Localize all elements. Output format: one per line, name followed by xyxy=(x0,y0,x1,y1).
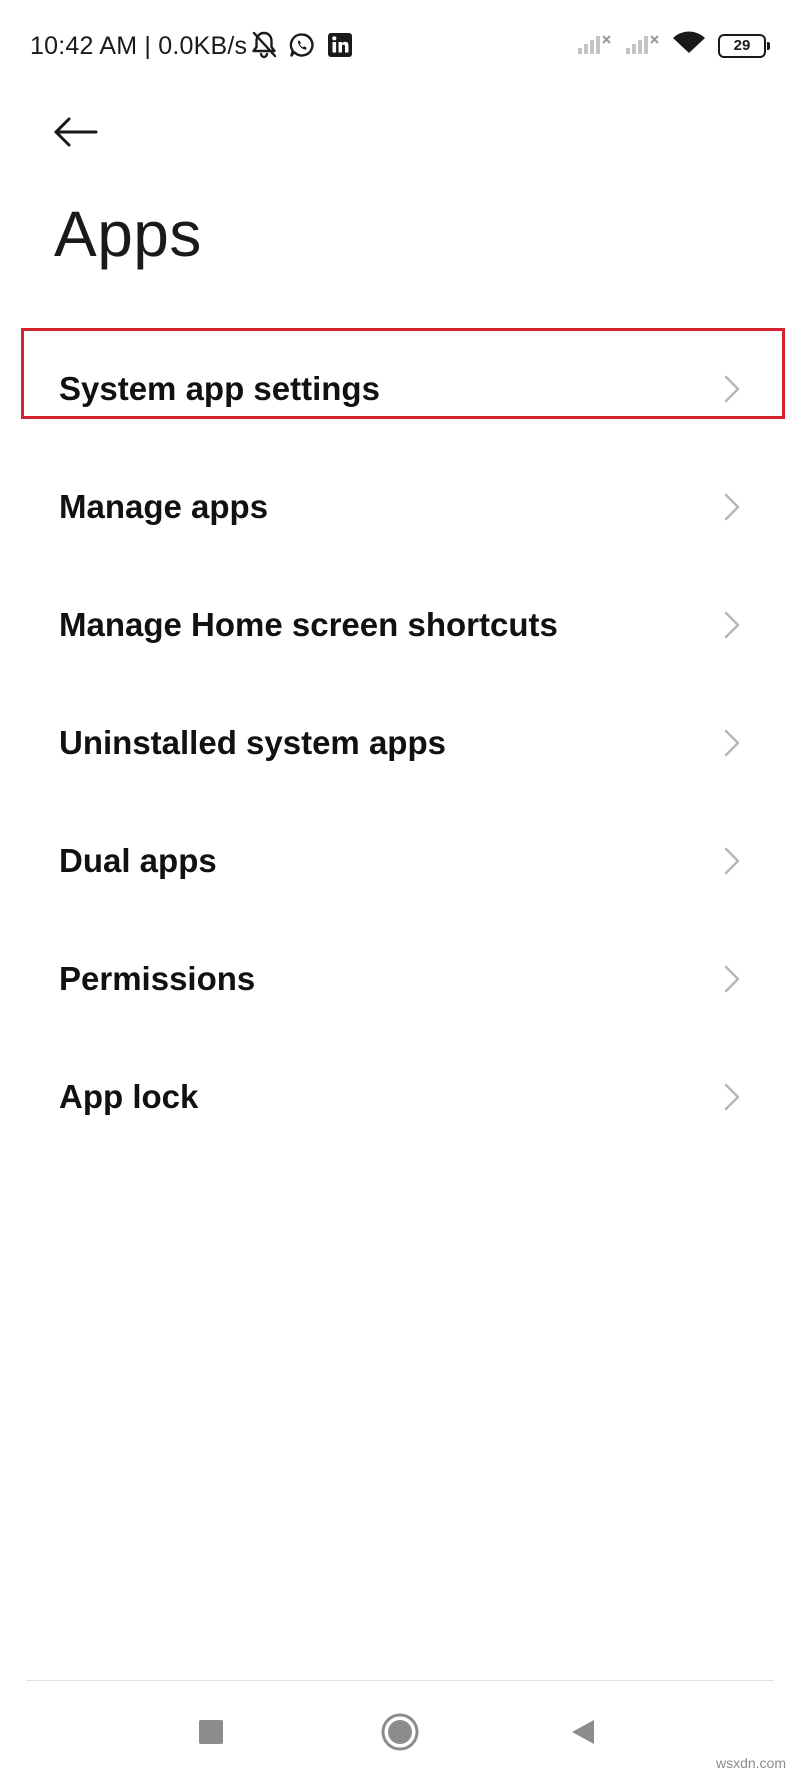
page-title: Apps xyxy=(54,198,202,270)
menu-item-dual-apps[interactable]: Dual apps xyxy=(0,802,800,920)
signal-no-service-icon xyxy=(576,30,612,61)
status-right-icons: 29 xyxy=(576,30,770,61)
recents-button[interactable] xyxy=(183,1706,239,1762)
nav-back-button[interactable] xyxy=(555,1706,611,1762)
bell-muted-icon xyxy=(250,30,278,60)
wifi-icon xyxy=(672,30,706,61)
whatsapp-icon xyxy=(288,31,316,59)
menu-item-app-lock[interactable]: App lock xyxy=(0,1038,800,1156)
menu-item-manage-apps[interactable]: Manage apps xyxy=(0,448,800,566)
menu-item-manage-home-screen-shortcuts[interactable]: Manage Home screen shortcuts xyxy=(0,566,800,684)
menu-item-system-app-settings[interactable]: System app settings xyxy=(0,330,800,448)
chevron-right-icon xyxy=(722,728,742,758)
home-circle-icon xyxy=(380,1712,420,1757)
status-left-icons xyxy=(250,30,354,60)
back-triangle-icon xyxy=(568,1717,598,1752)
nav-divider xyxy=(26,1680,774,1681)
menu-item-permissions[interactable]: Permissions xyxy=(0,920,800,1038)
home-button[interactable] xyxy=(372,1706,428,1762)
chevron-right-icon xyxy=(722,610,742,640)
menu-item-label: System app settings xyxy=(59,370,380,407)
chevron-right-icon xyxy=(722,374,742,404)
back-arrow-icon xyxy=(52,116,100,153)
linkedin-icon xyxy=(326,31,354,59)
battery-level: 29 xyxy=(733,37,751,54)
apps-settings-list: System app settings Manage apps Manage H… xyxy=(0,330,800,1156)
menu-item-label: Dual apps xyxy=(59,842,217,879)
status-time-network-speed: 10:42 AM | 0.0KB/s xyxy=(30,32,248,60)
signal-no-service-icon xyxy=(624,30,660,61)
watermark-text: wsxdn.com xyxy=(715,1755,786,1771)
menu-item-label: App lock xyxy=(59,1078,199,1115)
battery-icon: 29 xyxy=(718,33,770,58)
menu-item-label: Permissions xyxy=(59,960,256,997)
recents-square-icon xyxy=(197,1718,225,1751)
menu-item-label: Manage Home screen shortcuts xyxy=(59,606,558,643)
menu-item-uninstalled-system-apps[interactable]: Uninstalled system apps xyxy=(0,684,800,802)
menu-item-label: Uninstalled system apps xyxy=(59,724,446,761)
status-bar: 10:42 AM | 0.0KB/s 29 xyxy=(0,0,800,96)
chevron-right-icon xyxy=(722,964,742,994)
menu-item-label: Manage apps xyxy=(59,488,269,525)
chevron-right-icon xyxy=(722,846,742,876)
chevron-right-icon xyxy=(722,492,742,522)
back-button[interactable] xyxy=(52,106,124,162)
system-navigation-bar xyxy=(0,1690,800,1777)
chevron-right-icon xyxy=(722,1082,742,1112)
